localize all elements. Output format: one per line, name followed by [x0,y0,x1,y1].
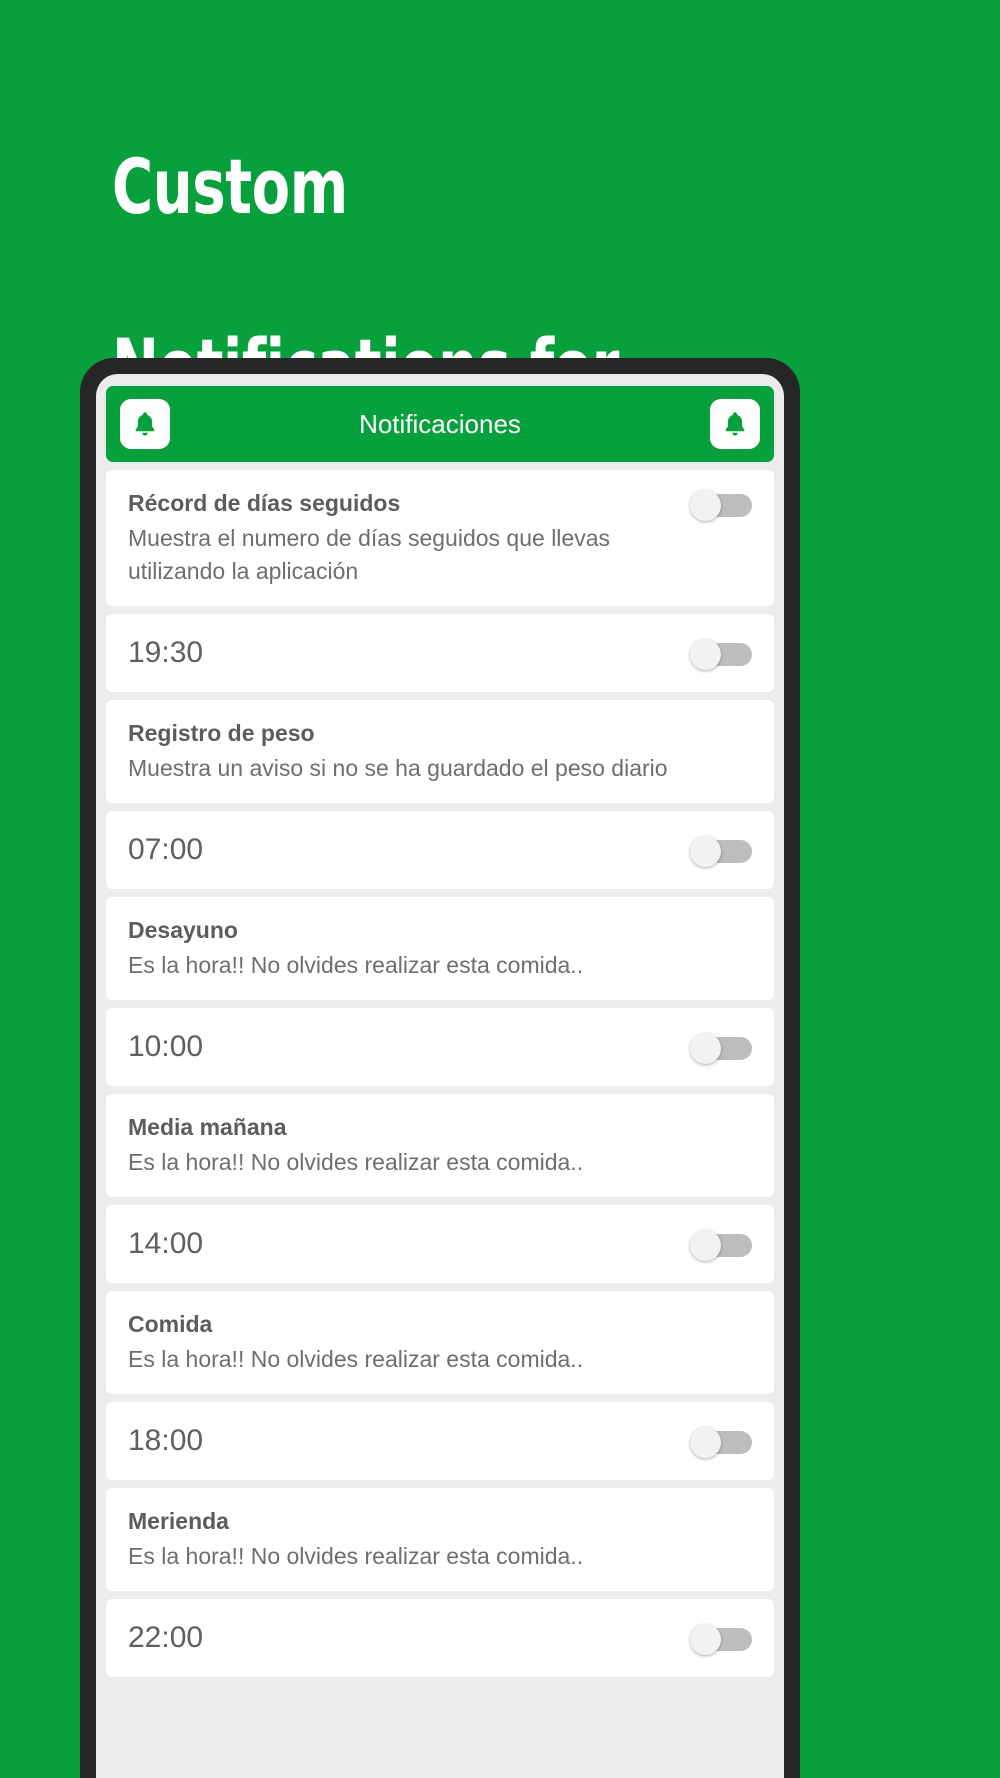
time-label: 18:00 [128,1423,204,1457]
notifications-list: Récord de días seguidos Muestra el numer… [106,462,774,1677]
toggle-switch[interactable] [690,1623,752,1655]
bell-icon-right-button[interactable] [710,399,760,449]
list-item[interactable]: Desayuno Es la hora!! No olvides realiza… [106,896,774,1000]
toggle-thumb [690,1426,721,1458]
list-item-texts: Merienda Es la hora!! No olvides realiza… [128,1506,752,1573]
toggle-thumb [690,1623,721,1655]
time-label: 14:00 [128,1226,204,1260]
list-item-time[interactable]: 18:00 [106,1401,774,1480]
toggle-switch[interactable] [690,490,752,521]
list-item-title: Registro de peso [128,719,315,746]
list-item-description: Es la hora!! No olvides realizar esta co… [128,1543,584,1570]
toggle-thumb [690,490,721,521]
list-item-texts: Media mañana Es la hora!! No olvides rea… [128,1112,752,1179]
time-label: 10:00 [128,1029,204,1063]
list-item-time[interactable]: 22:00 [106,1598,774,1677]
list-item-title: Récord de días seguidos [128,490,401,516]
list-item-time[interactable]: 07:00 [106,810,774,889]
toggle-switch[interactable] [690,835,752,867]
app-bar-title: Notificaciones [359,408,521,439]
toggle-thumb [690,1032,721,1064]
list-item-time[interactable]: 10:00 [106,1007,774,1086]
list-item[interactable]: Registro de peso Muestra un aviso si no … [106,699,774,803]
list-item-description: Es la hora!! No olvides realizar esta co… [128,1346,584,1373]
list-item-description: Es la hora!! No olvides realizar esta co… [128,952,584,979]
list-item-time[interactable]: 14:00 [106,1204,774,1283]
toggle-thumb [690,1229,721,1261]
time-label: 22:00 [128,1620,204,1654]
toggle-switch[interactable] [690,1032,752,1064]
list-item-texts: Registro de peso Muestra un aviso si no … [128,718,752,785]
toggle-thumb [690,638,721,670]
time-label: 07:00 [128,832,204,866]
list-item-time[interactable]: 19:30 [106,613,774,692]
list-item-title: Desayuno [128,916,238,943]
bell-icon-left-button[interactable] [120,399,170,449]
list-item[interactable]: Comida Es la hora!! No olvides realizar … [106,1290,774,1394]
list-item-description: Muestra el numero de días seguidos que l… [128,525,611,585]
list-item-texts: Comida Es la hora!! No olvides realizar … [128,1309,752,1376]
list-item-title: Media mañana [128,1113,287,1140]
app-bar: Notificaciones [106,386,774,462]
list-item[interactable]: Récord de días seguidos Muestra el numer… [106,470,774,606]
list-item-texts: Desayuno Es la hora!! No olvides realiza… [128,915,752,982]
list-item-title: Merienda [128,1507,229,1534]
list-item[interactable]: Media mañana Es la hora!! No olvides rea… [106,1093,774,1197]
list-item-title: Comida [128,1310,213,1337]
toggle-switch[interactable] [690,1426,752,1458]
list-item-texts: Récord de días seguidos Muestra el numer… [128,488,680,588]
toggle-switch[interactable] [690,1229,752,1261]
list-item-description: Muestra un aviso si no se ha guardado el… [128,755,668,782]
headline-line-1: Custom [112,142,348,231]
toggle-thumb [690,835,721,867]
phone-screen: Notificaciones Récord de días seguidos M… [96,374,784,1778]
phone-mockup-frame: Notificaciones Récord de días seguidos M… [80,358,800,1778]
list-item[interactable]: Merienda Es la hora!! No olvides realiza… [106,1487,774,1591]
bell-icon [130,409,160,439]
bell-icon [720,409,750,439]
list-item-description: Es la hora!! No olvides realizar esta co… [128,1149,584,1176]
toggle-switch[interactable] [690,638,752,670]
time-label: 19:30 [128,635,204,669]
